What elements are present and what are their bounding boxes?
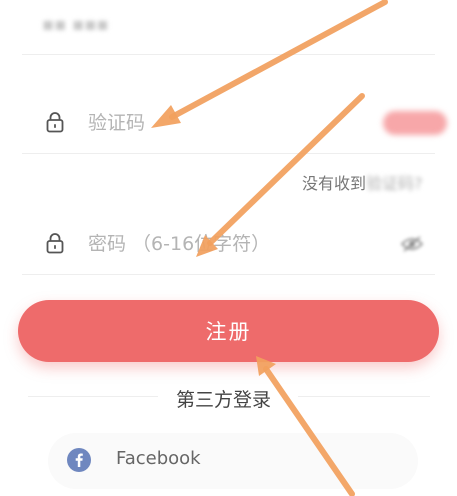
eye-icon[interactable] <box>400 236 424 252</box>
facebook-login-button[interactable]: Facebook <box>48 433 418 489</box>
third-party-login-title: 第三方登录 <box>176 389 272 411</box>
facebook-icon <box>67 448 91 472</box>
facebook-label: Facebook <box>116 448 201 469</box>
phone-field-blurred: ▪▪ ▪▪▪ <box>42 14 109 35</box>
divider-right <box>298 396 430 397</box>
register-button[interactable]: 注册 <box>18 300 439 362</box>
password-input[interactable] <box>88 228 338 260</box>
no-code-received-text: 没有收到 <box>302 174 367 193</box>
divider-left <box>28 396 158 397</box>
lock-icon <box>46 111 64 133</box>
verification-code-row <box>22 95 447 154</box>
phone-field-row: ▪▪ ▪▪▪ <box>22 0 435 55</box>
lock-icon <box>46 232 64 254</box>
verification-code-input[interactable] <box>88 107 338 139</box>
password-row <box>22 216 435 275</box>
no-code-received-blurred-text: 验证码? <box>366 174 423 193</box>
no-code-received-link[interactable]: 没有收到验证码? <box>302 170 423 194</box>
send-code-button[interactable] <box>383 111 447 135</box>
